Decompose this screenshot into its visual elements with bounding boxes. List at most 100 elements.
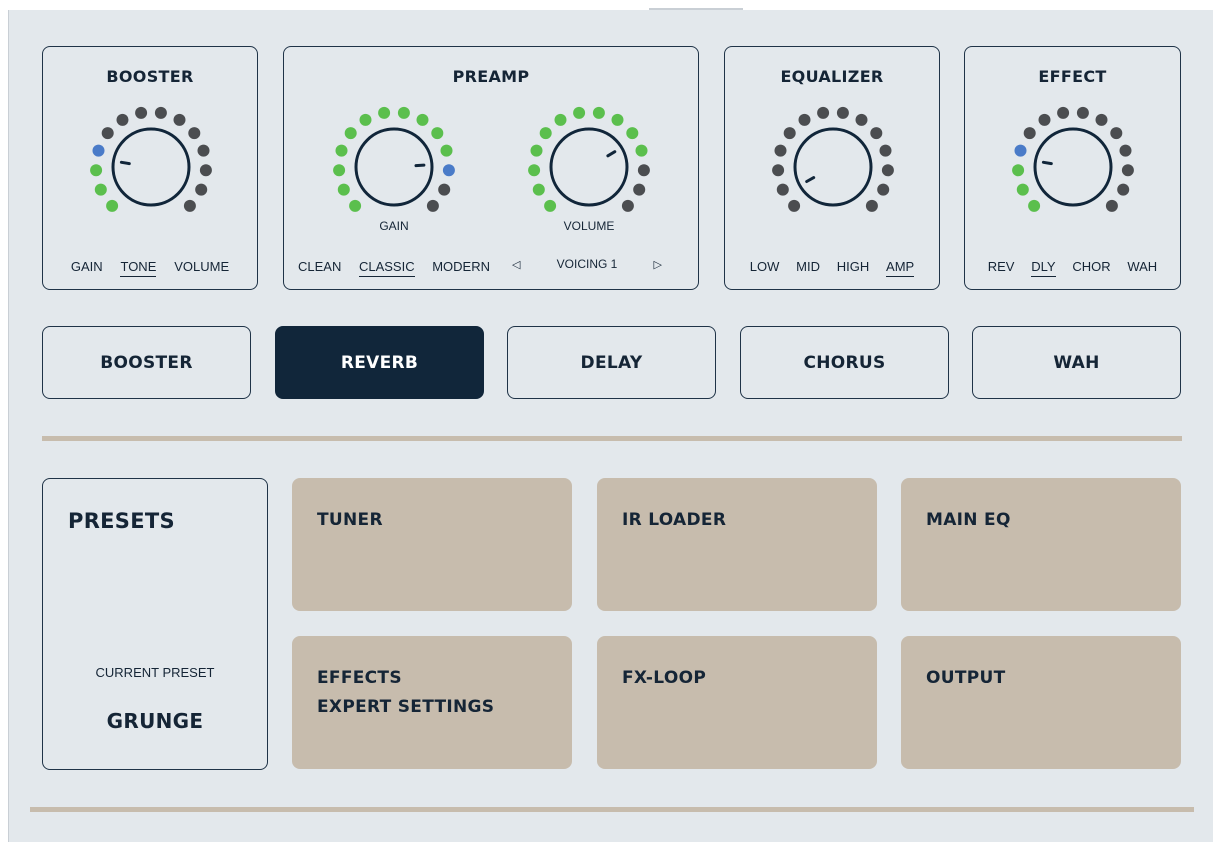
fx-booster-button[interactable]: BOOSTER xyxy=(42,326,251,399)
knob-level-dot xyxy=(877,183,890,196)
knob-level-dot xyxy=(90,164,103,177)
equalizer-tab-amp[interactable]: AMP xyxy=(886,259,915,277)
knob-level-dot xyxy=(611,113,624,126)
preamp-tab-clean[interactable]: CLEAN xyxy=(298,259,341,277)
knob-level-dot xyxy=(528,164,541,177)
knob-level-dot xyxy=(836,106,849,119)
effect-tabs: REV DLY CHOR WAH xyxy=(965,259,1180,277)
knob-level-dot xyxy=(1014,144,1027,157)
knob-level-dot xyxy=(865,199,878,212)
ir-loader-tile-label: IR LOADER xyxy=(622,510,727,530)
preamp-tab-classic[interactable]: CLASSIC xyxy=(358,259,415,277)
knob-level-dot xyxy=(621,199,634,212)
knob-level-dot xyxy=(1117,183,1130,196)
voicing-prev-icon[interactable]: ◁ xyxy=(512,258,520,271)
knob-level-dot xyxy=(530,144,543,157)
effects-expert-settings-tile-label: EFFECTS EXPERT SETTINGS xyxy=(317,664,494,722)
knob-level-dot xyxy=(772,164,785,177)
knob-level-dot xyxy=(1121,164,1134,177)
effect-tab-dly[interactable]: DLY xyxy=(1031,259,1056,277)
presets-card[interactable]: PRESETS CURRENT PRESET GRUNGE xyxy=(42,478,268,770)
fx-reverb-button[interactable]: REVERB xyxy=(275,326,484,399)
fx-chorus-button[interactable]: CHORUS xyxy=(740,326,949,399)
knob-level-dot xyxy=(1057,106,1070,119)
knob-level-dot xyxy=(635,144,648,157)
fx-loop-tile[interactable]: FX-LOOP xyxy=(597,636,877,769)
knob-level-dot xyxy=(539,127,552,140)
knob-level-dot xyxy=(870,127,883,140)
booster-tab-gain[interactable]: GAIN xyxy=(71,259,103,277)
fx-loop-tile-label: FX-LOOP xyxy=(622,668,707,688)
knob-level-dot xyxy=(592,106,605,119)
knob-body[interactable] xyxy=(1033,127,1113,207)
knob-level-dot xyxy=(633,183,646,196)
preamp-gain-label: GAIN xyxy=(379,219,409,233)
knob-level-dot xyxy=(1012,164,1025,177)
tuner-tile[interactable]: TUNER xyxy=(292,478,572,611)
knob-level-dot xyxy=(774,144,787,157)
knob-body[interactable] xyxy=(111,127,191,207)
knob-level-dot xyxy=(855,113,868,126)
knob-level-dot xyxy=(195,183,208,196)
top-edge-mark xyxy=(649,8,743,10)
equalizer-tabs: LOW MID HIGH AMP xyxy=(725,259,939,277)
knob-level-dot xyxy=(881,164,894,177)
equalizer-panel: EQUALIZER LOW MID HIGH AMP xyxy=(724,46,940,290)
effects-tile-line-2: EXPERT SETTINGS xyxy=(317,697,495,717)
effect-tab-chor[interactable]: CHOR xyxy=(1072,259,1110,277)
equalizer-tab-low[interactable]: LOW xyxy=(750,259,780,277)
knob-body[interactable] xyxy=(793,127,873,207)
main-eq-tile-label: MAIN EQ xyxy=(926,510,1011,530)
knob-level-dot xyxy=(1016,183,1029,196)
preamp-amp-type-tabs: CLEAN CLASSIC MODERN xyxy=(298,259,490,277)
booster-tab-volume[interactable]: VOLUME xyxy=(174,259,229,277)
knob-pointer xyxy=(119,160,131,166)
knob-level-dot xyxy=(1023,127,1036,140)
knob-body[interactable] xyxy=(549,127,629,207)
booster-tab-tone[interactable]: TONE xyxy=(120,259,157,277)
knob-level-dot xyxy=(183,199,196,212)
tuner-tile-label: TUNER xyxy=(317,510,383,530)
output-tile[interactable]: OUTPUT xyxy=(901,636,1181,769)
knob-level-dot xyxy=(1038,113,1051,126)
effects-tile-line-1: EFFECTS xyxy=(317,668,402,688)
equalizer-tab-mid[interactable]: MID xyxy=(796,259,820,277)
knob-level-dot xyxy=(817,106,830,119)
fx-wah-button[interactable]: WAH xyxy=(972,326,1181,399)
knob-level-dot xyxy=(532,183,545,196)
knob-level-dot xyxy=(1119,144,1132,157)
equalizer-knob[interactable] xyxy=(725,47,941,291)
knob-level-dot xyxy=(626,127,639,140)
knob-level-dot xyxy=(101,127,114,140)
effect-tab-rev[interactable]: REV xyxy=(988,259,1015,277)
knob-level-dot xyxy=(788,199,801,212)
knob-level-dot xyxy=(573,106,586,119)
knob-level-dot xyxy=(92,144,105,157)
effect-panel: EFFECT REV DLY CHOR WAH xyxy=(964,46,1181,290)
booster-knob[interactable] xyxy=(43,47,259,291)
knob-level-dot xyxy=(1110,127,1123,140)
knob-level-dot xyxy=(106,199,119,212)
fx-delay-button[interactable]: DELAY xyxy=(507,326,716,399)
knob-level-dot xyxy=(135,106,148,119)
preamp-volume-label: VOLUME xyxy=(563,219,615,233)
effect-knob[interactable] xyxy=(965,47,1182,291)
knob-level-dot xyxy=(544,199,557,212)
ir-loader-tile[interactable]: IR LOADER xyxy=(597,478,877,611)
effects-expert-settings-tile[interactable]: EFFECTS EXPERT SETTINGS xyxy=(292,636,572,769)
knob-level-dot xyxy=(94,183,107,196)
voicing-next-icon[interactable]: ▷ xyxy=(654,258,662,271)
effect-tab-wah[interactable]: WAH xyxy=(1127,259,1157,277)
current-preset-label: CURRENT PRESET xyxy=(95,665,215,680)
booster-panel: BOOSTER GAIN TONE VOLUME xyxy=(42,46,258,290)
preamp-tab-modern[interactable]: MODERN xyxy=(432,259,490,277)
preamp-panel: PREAMP GAIN VOLUME CLEAN CLASSIC MODERN … xyxy=(283,46,699,290)
knob-level-dot xyxy=(173,113,186,126)
preamp-volume-knob[interactable] xyxy=(284,47,700,291)
knob-level-dot xyxy=(637,164,650,177)
equalizer-tab-high[interactable]: HIGH xyxy=(837,259,870,277)
knob-level-dot xyxy=(197,144,210,157)
output-tile-label: OUTPUT xyxy=(926,668,1006,688)
section-divider xyxy=(42,436,1182,441)
main-eq-tile[interactable]: MAIN EQ xyxy=(901,478,1181,611)
